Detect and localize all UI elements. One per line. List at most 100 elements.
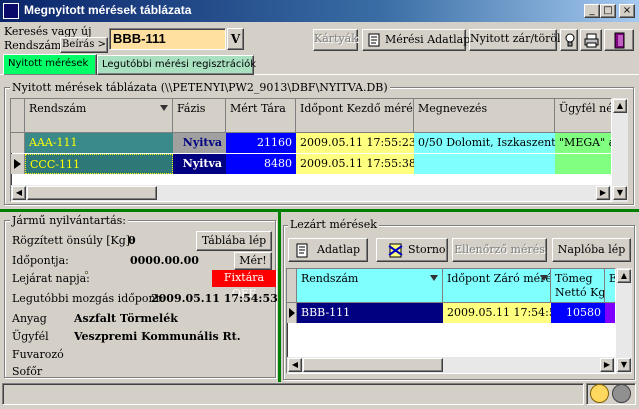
- status-light-grey-icon: [612, 384, 631, 403]
- expiry-indicator: [85, 271, 88, 274]
- row-indicator-current[interactable]: [287, 303, 297, 323]
- col-rendszam[interactable]: Rendszám: [25, 99, 173, 133]
- exit-button[interactable]: [604, 29, 634, 51]
- tab-legutobbi-regisztraciok[interactable]: Legutóbbi mérési regisztrációk: [97, 55, 256, 75]
- ugyfel-value: Veszpremi Kommunális Rt.: [74, 330, 241, 343]
- table-row-name[interactable]: 0/50 Dolomit, Iszkaszentgyö: [414, 133, 555, 153]
- col-idopont-zaro[interactable]: Időpont Záró mérés: [443, 269, 551, 303]
- table-row-tare[interactable]: 8480: [226, 154, 296, 174]
- vertical-divider[interactable]: [278, 212, 281, 382]
- beiras-button[interactable]: Beírás >: [60, 37, 108, 53]
- exit-door-icon: [614, 32, 625, 49]
- plate-dropdown-button[interactable]: V: [227, 28, 244, 50]
- table-row-plate[interactable]: CCC-111: [25, 154, 173, 174]
- col-tomeg-line1: Tömeg: [555, 272, 593, 285]
- col-rendszam-label: Rendszám: [29, 102, 87, 115]
- col-idopont-zaro-label: Időpont Záró mérés: [447, 272, 551, 285]
- current-row-arrow-icon: [289, 308, 295, 318]
- table-row-plate[interactable]: AAA-111: [25, 133, 173, 153]
- col-tomeg-line2: Nettó Kg: [555, 286, 605, 299]
- table-row-time[interactable]: 2009.05.11 17:54:53: [443, 303, 551, 323]
- table-row-extra[interactable]: [605, 303, 615, 323]
- open-measurements-grid[interactable]: Rendszám Fázis Mért Tára Időpont Kezdő m…: [10, 98, 612, 202]
- adatlap-button[interactable]: Adatlap: [288, 238, 368, 262]
- hint-button[interactable]: [560, 29, 578, 51]
- table-row-time[interactable]: 2009.05.11 17:55:23: [296, 133, 414, 153]
- close-button[interactable]: ×: [619, 4, 635, 18]
- sofor-label: Sofőr: [12, 365, 43, 378]
- horizontal-scrollbar[interactable]: ◀ ▶: [287, 357, 615, 373]
- anyag-value: Aszfalt Törmelék: [74, 312, 178, 325]
- document-icon: [296, 243, 308, 258]
- col-rendszam[interactable]: Rendszám: [297, 269, 443, 303]
- table-row-client[interactable]: [555, 154, 611, 174]
- nyitott-zar-torol-button[interactable]: Nyitott zár/töröl: [469, 29, 561, 51]
- document-icon: [368, 33, 380, 47]
- sort-arrow-icon: [540, 275, 548, 281]
- scroll-left-icon[interactable]: ◀: [288, 358, 302, 372]
- scroll-left-icon[interactable]: ◀: [12, 186, 26, 200]
- status-light-yellow-icon: [590, 384, 609, 403]
- last-move-label: Legutóbbi mozgás időpont:: [12, 292, 164, 305]
- scroll-down-icon[interactable]: ▼: [617, 358, 631, 372]
- col-rendszam-label: Rendszám: [301, 272, 359, 285]
- horizontal-scrollbar[interactable]: ◀ ▶: [11, 185, 611, 201]
- scroll-right-icon[interactable]: ▶: [596, 186, 610, 200]
- printer-icon: [584, 33, 599, 48]
- col-megnevezes[interactable]: Megnevezés: [414, 99, 555, 133]
- maximize-button[interactable]: □: [600, 4, 616, 18]
- table-row-client[interactable]: "MEGA" á: [555, 133, 611, 153]
- scroll-up-icon[interactable]: ▲: [617, 269, 631, 283]
- vertical-scrollbar[interactable]: ▲ ▼: [612, 98, 628, 202]
- date-value: 0000.00.00: [130, 254, 199, 267]
- print-button[interactable]: [580, 29, 602, 51]
- row-indicator[interactable]: [11, 133, 25, 153]
- vertical-scrollbar[interactable]: ▲ ▼: [616, 268, 632, 374]
- table-row-phase[interactable]: Nyitva: [173, 133, 226, 153]
- scroll-up-icon[interactable]: ▲: [613, 99, 627, 113]
- table-row-net[interactable]: 10580: [551, 303, 605, 323]
- table-row-tare[interactable]: 21160: [226, 133, 296, 153]
- open-table-caption: Nyitott mérések táblázata (\\PETENYI\PW2…: [10, 81, 390, 94]
- scroll-thumb[interactable]: [303, 358, 443, 372]
- horizontal-divider[interactable]: [0, 209, 639, 212]
- fixtara-toggle[interactable]: Fixtára OFF: [212, 270, 276, 300]
- app-icon[interactable]: [3, 3, 19, 19]
- title-bar[interactable]: Megnyitott mérések táblázata _ □ ×: [0, 0, 639, 22]
- col-tomeg-netto[interactable]: Tömeg Nettó Kg: [551, 269, 605, 303]
- meresi-adatlap-label: Mérési Adatlap: [385, 33, 471, 46]
- meresi-adatlap-button[interactable]: Mérési Adatlap: [362, 29, 470, 51]
- closed-measurements-grid[interactable]: Rendszám Időpont Záró mérés Tömeg Nettó K…: [286, 268, 616, 374]
- window-title: Megnyitott mérések táblázata: [24, 3, 192, 17]
- tablaba-lep-button[interactable]: Táblába lép: [196, 231, 272, 251]
- col-mert-tara[interactable]: Mért Tára: [226, 99, 296, 133]
- col-ugyfel-nev[interactable]: Ügyfél név: [555, 99, 611, 133]
- scroll-right-icon[interactable]: ▶: [600, 358, 614, 372]
- vehicle-registry-caption: Jármű nyilvántartás:: [10, 214, 128, 227]
- table-row-name[interactable]: [414, 154, 555, 174]
- table-row-phase[interactable]: Nyitva: [173, 154, 226, 174]
- mer-button[interactable]: Mér!: [234, 252, 272, 270]
- row-indicator-header: [11, 99, 25, 133]
- table-row-plate[interactable]: BBB-111: [297, 303, 443, 323]
- scroll-thumb[interactable]: [27, 186, 157, 200]
- naploba-lep-button[interactable]: Naplóba lép: [552, 238, 631, 262]
- col-idopont-kezdo[interactable]: Időpont Kezdő mérés: [296, 99, 414, 133]
- storno-button[interactable]: Storno: [376, 238, 448, 262]
- table-row-time[interactable]: 2009.05.11 17:55:38: [296, 154, 414, 174]
- ugyfel-label: Ügyfél: [12, 330, 49, 343]
- kartyak-button[interactable]: Kártyák: [313, 29, 358, 51]
- row-indicator-current[interactable]: [11, 154, 25, 174]
- current-row-arrow-icon: [14, 159, 21, 169]
- minimize-button[interactable]: _: [584, 4, 600, 18]
- scroll-down-icon[interactable]: ▼: [613, 186, 627, 200]
- ellenorzo-meres-button[interactable]: Ellenőrző mérés: [452, 238, 547, 262]
- plate-input[interactable]: BBB-111: [109, 28, 226, 50]
- col-fazis[interactable]: Fázis: [173, 99, 226, 133]
- tab-nyitott-meresek[interactable]: Nyitott mérések: [3, 54, 97, 75]
- search-label-line2: Rendszám: [4, 39, 62, 52]
- status-bar: [2, 383, 584, 405]
- last-move-value: 2009.05.11 17:54:53: [151, 292, 278, 305]
- lightbulb-icon: [565, 33, 575, 47]
- col-e[interactable]: E: [605, 269, 615, 303]
